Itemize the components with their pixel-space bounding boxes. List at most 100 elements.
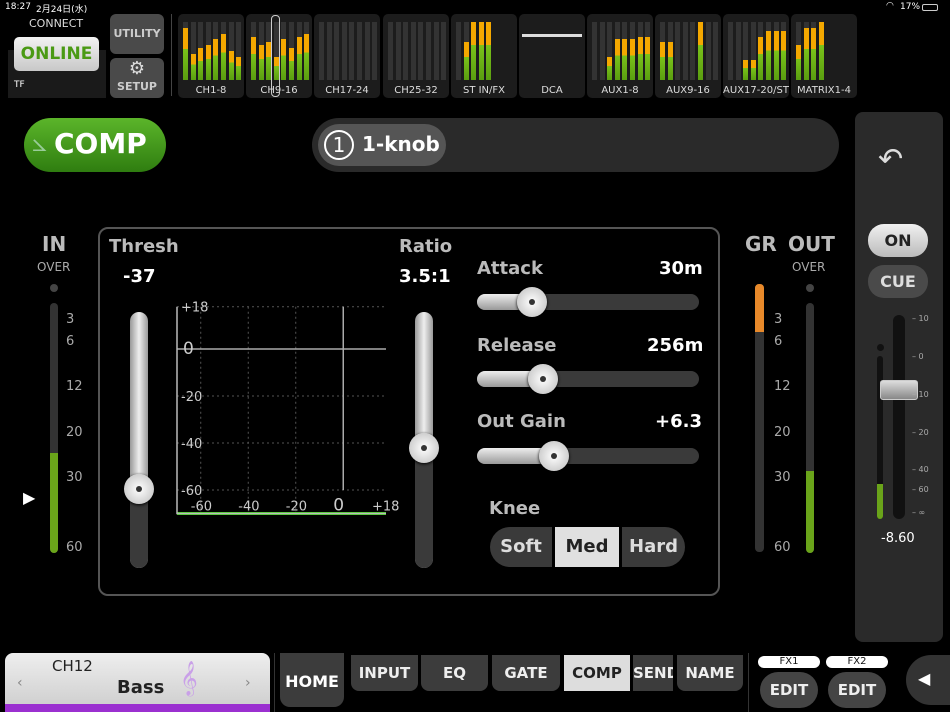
thresh-slider[interactable] — [124, 312, 154, 568]
setup-button[interactable]: ⚙ SETUP — [110, 58, 164, 98]
release-knob[interactable] — [528, 364, 558, 394]
attack-knob[interactable] — [517, 287, 547, 317]
cue-button[interactable]: CUE — [868, 265, 928, 298]
bank-label: MATRIX1-4 — [797, 85, 851, 96]
clock: 18:27 — [5, 2, 31, 12]
prev-channel-icon[interactable]: ‹ — [17, 675, 23, 691]
connect-label: CONNECT — [29, 17, 84, 30]
bank-label: AUX9-16 — [666, 85, 710, 96]
meter-scale-label: 20 — [774, 425, 791, 440]
utility-button[interactable]: UTILITY — [110, 14, 164, 54]
comp-curve-graph: +18 0 -20 -40 -60-60 -40 -20 0 +18 — [176, 301, 399, 516]
battery-icon — [922, 4, 938, 11]
level-meter — [705, 22, 711, 80]
knee-soft-button[interactable]: Soft — [490, 527, 552, 567]
tab-eq[interactable]: EQ — [421, 655, 488, 691]
knee-med-button[interactable]: Med — [555, 527, 619, 567]
level-meter — [426, 22, 431, 80]
meter-scale-label: 30 — [774, 470, 791, 485]
knee-hard-button[interactable]: Hard — [622, 527, 685, 567]
bank-label: CH17-24 — [325, 85, 369, 96]
level-meter — [334, 22, 340, 80]
ratio-knob[interactable] — [409, 433, 439, 463]
fader-scale-label: – 20 — [912, 428, 929, 437]
channel-selector[interactable]: ‹ CH12 Bass 𝄞 › — [5, 653, 270, 712]
meter-bank-aux17-20-st[interactable]: AUX17-20/ST — [723, 14, 789, 98]
fx2-edit-button[interactable]: EDIT — [828, 672, 886, 708]
level-meter — [205, 22, 211, 80]
meter-bank-dca[interactable]: DCA — [519, 14, 585, 98]
1-knob-button[interactable]: 1 1-knob — [318, 124, 446, 166]
level-meter — [607, 22, 613, 80]
selected-channel-indicator — [271, 15, 280, 97]
x-tick-label: 0 — [333, 496, 344, 516]
level-meter — [675, 22, 681, 80]
meter-scale-label: 12 — [66, 379, 83, 394]
tab-send[interactable]: SEND — [633, 655, 673, 691]
wifi-icon: ◠ — [886, 1, 894, 11]
meter-bank-ch17-24[interactable]: CH17-24 — [314, 14, 380, 98]
tab-input[interactable]: INPUT — [351, 655, 418, 691]
level-meter — [410, 22, 416, 80]
level-meter — [403, 22, 409, 80]
bank-label: DCA — [541, 85, 563, 96]
level-meter — [592, 22, 597, 80]
level-meter — [319, 22, 324, 80]
y-tick-label: -20 — [181, 390, 202, 405]
level-meter — [304, 22, 310, 80]
fx1-edit-button[interactable]: EDIT — [760, 672, 818, 708]
meter-scale-label: 3 — [66, 312, 75, 327]
comp-curve-icon: ⦣ — [32, 128, 47, 158]
level-meter — [372, 22, 378, 80]
level-meter — [682, 22, 688, 80]
level-meter — [418, 22, 424, 80]
level-meter — [713, 22, 719, 80]
fader-value: -8.60 — [881, 531, 915, 546]
release-slider[interactable] — [477, 364, 699, 394]
meter-bank-aux9-16[interactable]: AUX9-16 — [655, 14, 721, 98]
expand-panel-button[interactable]: ◀ — [906, 655, 950, 705]
tab-name[interactable]: NAME — [677, 655, 743, 691]
out-gain-label: Out Gain — [477, 411, 566, 432]
next-channel-icon[interactable]: › — [245, 675, 251, 691]
level-meter — [599, 22, 605, 80]
tab-home[interactable]: HOME — [280, 653, 344, 707]
meter-bank-aux1-8[interactable]: AUX1-8 — [587, 14, 653, 98]
back-arrow-icon[interactable]: ↶ — [878, 142, 903, 177]
gr-label: GR — [745, 232, 777, 256]
knee-label: Knee — [489, 498, 541, 519]
meter-scale-label: 60 — [774, 540, 791, 555]
out-gain-knob[interactable] — [539, 441, 569, 471]
level-meter — [349, 22, 355, 80]
level-meter — [251, 22, 256, 80]
comp-title-button[interactable]: ⦣ COMP — [24, 118, 166, 172]
level-meter — [228, 22, 234, 80]
level-meter — [213, 22, 219, 80]
tab-gate[interactable]: GATE — [492, 655, 560, 691]
level-meter — [743, 22, 749, 80]
out-gain-slider[interactable] — [477, 441, 699, 471]
date: 2月24日(水) — [36, 5, 88, 15]
guitar-icon: 𝄞 — [180, 661, 198, 696]
ratio-slider[interactable] — [409, 312, 439, 568]
meter-bank-matrix1-4[interactable]: MATRIX1-4 — [791, 14, 857, 98]
meter-bank-st-in-fx[interactable]: ST IN/FX — [451, 14, 517, 98]
tab-comp[interactable]: COMP — [564, 655, 630, 691]
attack-value: 30m — [659, 258, 703, 279]
on-button[interactable]: ON — [868, 224, 928, 257]
attack-slider[interactable] — [477, 287, 699, 317]
x-tick-label: +18 — [372, 500, 399, 515]
level-meter — [326, 22, 332, 80]
play-arrow-icon[interactable]: ▶ — [23, 488, 35, 507]
level-meter — [630, 22, 635, 80]
meter-bank-ch25-32[interactable]: CH25-32 — [383, 14, 449, 98]
thresh-value: -37 — [123, 266, 156, 287]
meter-bank-ch1-8[interactable]: CH1-8 — [178, 14, 244, 98]
release-label: Release — [477, 335, 557, 356]
level-meter — [637, 22, 643, 80]
level-meter — [698, 22, 703, 80]
level-meter — [433, 22, 439, 80]
online-button[interactable]: ONLINE — [14, 37, 99, 71]
thresh-knob[interactable] — [124, 474, 154, 504]
fader-track[interactable] — [893, 315, 905, 519]
